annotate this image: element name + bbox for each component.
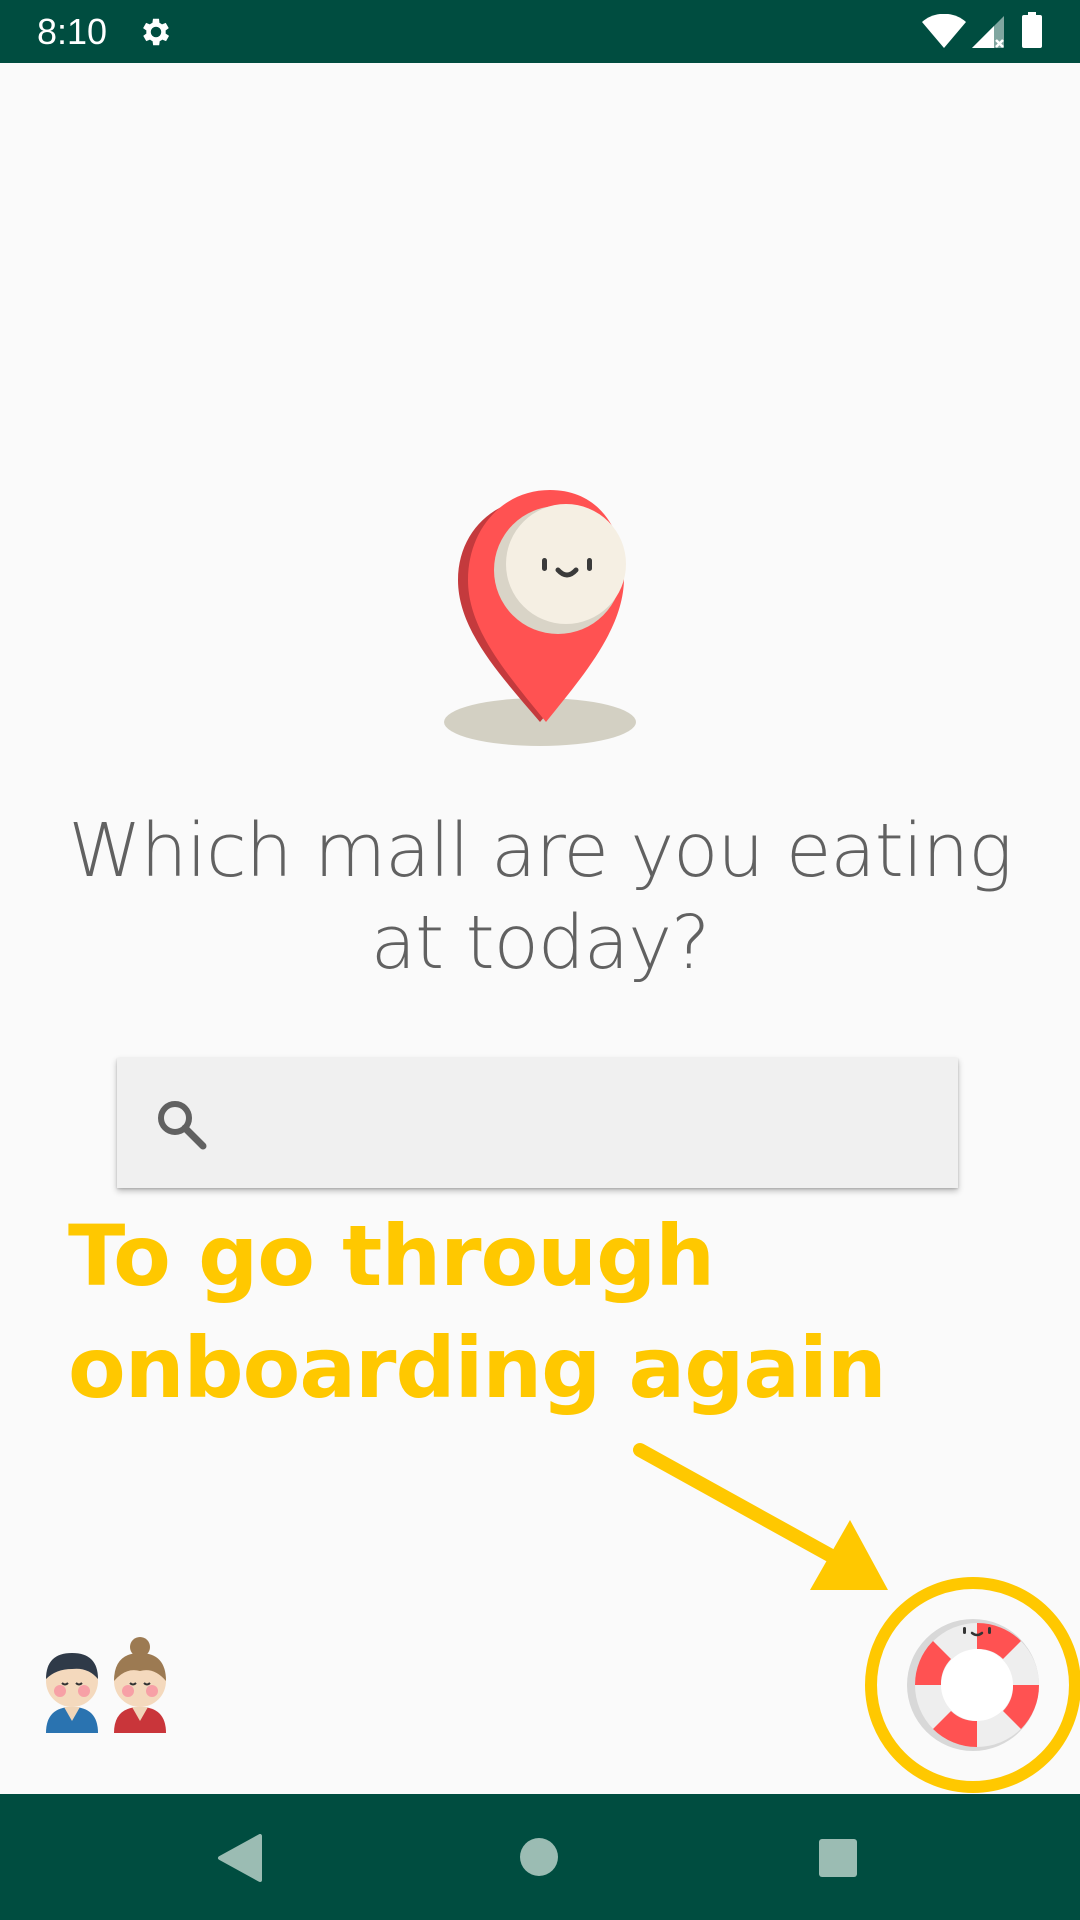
- annotation-line-1: To go through: [68, 1207, 715, 1305]
- annotation-line-2: onboarding again: [68, 1319, 887, 1417]
- battery-icon: [1022, 12, 1042, 48]
- location-pin-icon: [444, 490, 636, 746]
- navigation-bar: [0, 1794, 1080, 1920]
- search-icon: [158, 1101, 207, 1150]
- status-time: 8:10: [37, 11, 108, 52]
- lifebuoy-icon[interactable]: [903, 1615, 1043, 1755]
- search-input[interactable]: [227, 1058, 931, 1190]
- gear-icon: [143, 18, 170, 46]
- annotation-arrow-icon: [633, 1443, 888, 1590]
- back-icon[interactable]: [216, 1834, 262, 1882]
- cell-signal-icon: [972, 16, 1004, 48]
- couple-avatars-icon[interactable]: [38, 1635, 178, 1735]
- status-bar: 8:10: [0, 0, 1080, 63]
- wifi-icon: [922, 14, 966, 48]
- mall-search-box[interactable]: [117, 1058, 958, 1190]
- annotation-text: To go through onboarding again: [68, 1200, 968, 1424]
- home-icon[interactable]: [518, 1836, 560, 1878]
- recents-icon[interactable]: [818, 1838, 858, 1878]
- page-title: Which mall are you eating at today?: [68, 808, 1012, 986]
